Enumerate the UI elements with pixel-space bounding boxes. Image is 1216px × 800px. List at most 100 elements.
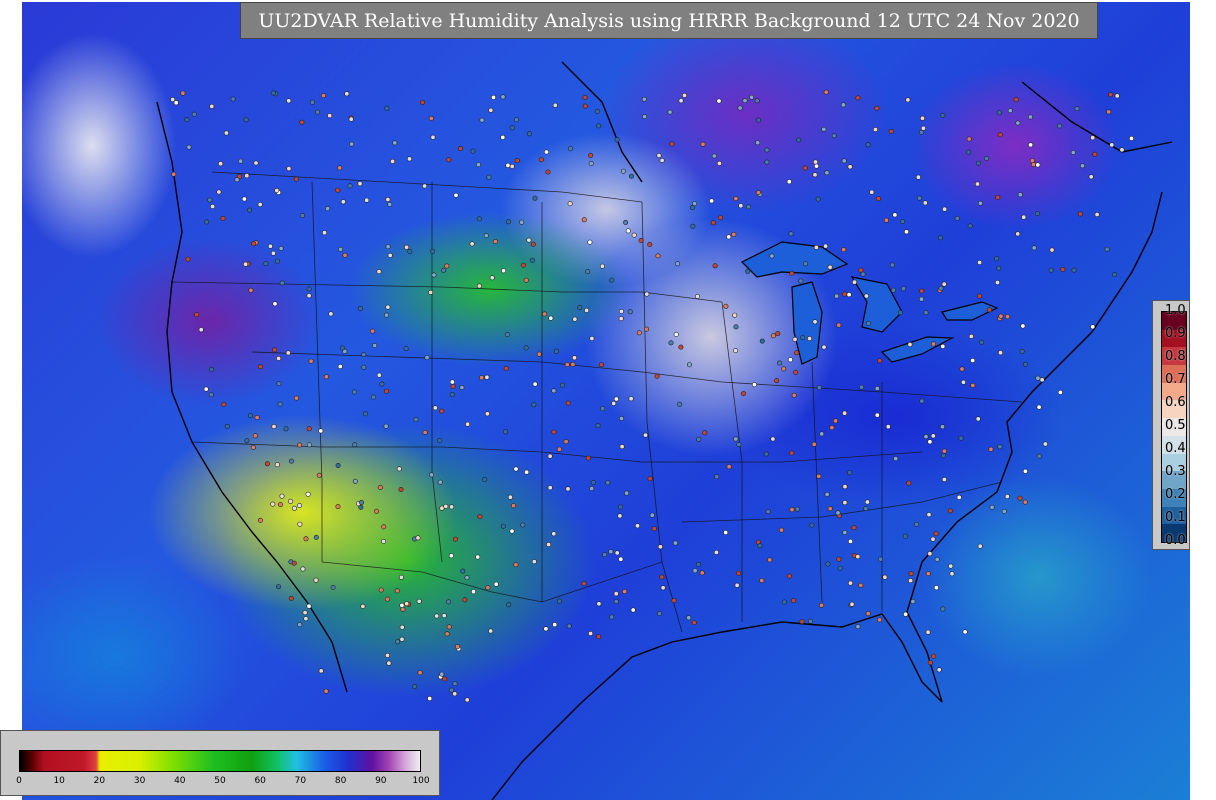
station-marker bbox=[1090, 135, 1096, 141]
station-marker bbox=[519, 219, 525, 225]
station-marker bbox=[327, 113, 333, 119]
station-marker bbox=[577, 304, 583, 310]
station-marker bbox=[1109, 142, 1115, 148]
station-marker bbox=[588, 161, 594, 167]
station-marker bbox=[695, 561, 701, 567]
station-marker bbox=[299, 213, 305, 219]
station-marker bbox=[872, 127, 878, 133]
station-marker bbox=[404, 601, 410, 607]
station-marker bbox=[1108, 92, 1114, 98]
station-marker bbox=[919, 288, 925, 294]
station-marker bbox=[1023, 361, 1029, 367]
station-marker bbox=[371, 394, 377, 400]
station-marker bbox=[818, 602, 824, 608]
station-marker bbox=[514, 158, 520, 164]
station-marker bbox=[596, 601, 602, 607]
station-marker bbox=[422, 183, 428, 189]
station-marker bbox=[488, 628, 494, 634]
station-marker bbox=[656, 153, 662, 159]
station-marker bbox=[825, 561, 831, 567]
station-marker bbox=[337, 165, 343, 171]
station-marker bbox=[842, 291, 848, 297]
station-marker bbox=[934, 556, 940, 562]
station-marker bbox=[649, 512, 655, 518]
station-marker bbox=[742, 98, 748, 104]
station-marker bbox=[257, 517, 263, 523]
obs-colorbar-tick-label: 0.0 bbox=[1165, 533, 1186, 548]
station-marker bbox=[385, 244, 391, 250]
obs-colorbar-tick-label: 0.8 bbox=[1165, 349, 1186, 364]
station-marker bbox=[809, 522, 815, 528]
station-marker bbox=[1048, 267, 1054, 273]
station-marker bbox=[620, 168, 626, 174]
station-marker bbox=[791, 598, 797, 604]
station-marker bbox=[979, 339, 985, 345]
station-marker bbox=[552, 622, 558, 628]
station-marker bbox=[903, 611, 909, 617]
station-marker bbox=[712, 263, 718, 269]
station-marker bbox=[286, 98, 292, 104]
station-marker bbox=[437, 437, 443, 443]
station-marker bbox=[970, 382, 976, 388]
station-marker bbox=[1057, 389, 1063, 395]
station-marker bbox=[476, 216, 482, 222]
station-marker bbox=[754, 98, 760, 104]
station-marker bbox=[209, 366, 215, 372]
station-marker bbox=[532, 195, 538, 201]
station-marker bbox=[565, 400, 571, 406]
station-marker bbox=[457, 146, 463, 152]
station-marker bbox=[1017, 495, 1023, 501]
station-marker bbox=[1020, 323, 1026, 329]
station-marker bbox=[654, 373, 660, 379]
station-marker bbox=[1114, 93, 1120, 99]
station-marker bbox=[484, 374, 490, 380]
station-marker bbox=[883, 217, 889, 223]
station-marker bbox=[362, 411, 368, 417]
station-marker bbox=[274, 462, 280, 468]
station-marker bbox=[627, 309, 633, 315]
station-marker bbox=[792, 336, 798, 342]
station-marker bbox=[513, 117, 519, 123]
station-marker bbox=[378, 587, 384, 593]
station-marker bbox=[962, 629, 968, 635]
station-marker bbox=[325, 206, 331, 212]
station-marker bbox=[767, 557, 773, 563]
station-marker bbox=[523, 277, 529, 283]
station-marker bbox=[807, 618, 813, 624]
station-marker bbox=[439, 671, 445, 677]
station-marker bbox=[1017, 192, 1023, 198]
station-marker bbox=[1049, 247, 1055, 253]
station-marker bbox=[469, 241, 475, 247]
station-marker bbox=[276, 584, 282, 590]
station-marker bbox=[503, 365, 509, 371]
station-marker bbox=[452, 691, 458, 697]
station-marker bbox=[352, 442, 358, 448]
station-marker bbox=[488, 107, 494, 113]
station-marker bbox=[589, 335, 595, 341]
station-marker bbox=[824, 491, 830, 497]
station-marker bbox=[234, 177, 240, 183]
station-marker bbox=[449, 379, 455, 385]
station-marker bbox=[308, 358, 314, 364]
station-marker bbox=[272, 301, 278, 307]
station-marker bbox=[431, 272, 437, 278]
station-marker bbox=[453, 192, 459, 198]
station-marker bbox=[596, 123, 602, 129]
station-marker bbox=[502, 429, 508, 435]
station-marker bbox=[263, 261, 269, 267]
station-marker bbox=[736, 441, 742, 447]
station-marker bbox=[297, 622, 303, 628]
station-marker bbox=[836, 556, 842, 562]
station-marker bbox=[669, 141, 675, 147]
station-marker bbox=[220, 215, 226, 221]
station-marker bbox=[699, 570, 705, 576]
station-marker bbox=[948, 563, 954, 569]
station-marker bbox=[692, 201, 698, 207]
station-marker bbox=[716, 98, 722, 104]
station-marker bbox=[339, 345, 345, 351]
station-marker bbox=[551, 531, 557, 537]
station-marker bbox=[546, 541, 552, 547]
station-marker bbox=[842, 529, 848, 535]
station-marker bbox=[995, 194, 1001, 200]
station-marker bbox=[989, 504, 995, 510]
